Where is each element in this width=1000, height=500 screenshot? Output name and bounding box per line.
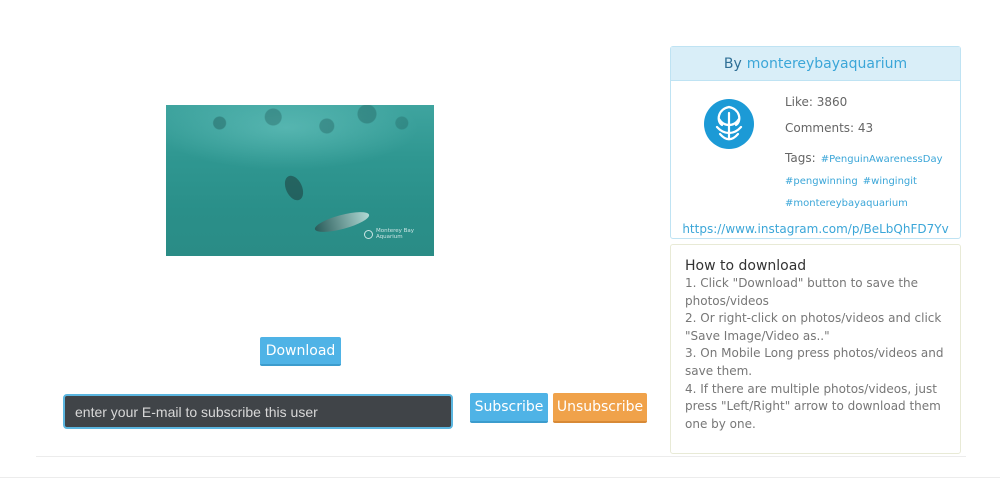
avatar[interactable] — [704, 99, 754, 149]
watermark-line: Aquarium — [376, 234, 403, 240]
aquarium-logo-icon — [715, 105, 743, 141]
water-surface — [166, 105, 434, 166]
email-subscribe-input[interactable] — [63, 394, 453, 429]
how-to-step: 3. On Mobile Long press photos/videos an… — [685, 346, 944, 378]
footer-divider — [0, 477, 1000, 478]
username-link[interactable]: montereybayaquarium — [747, 56, 907, 72]
download-button[interactable]: Download — [260, 337, 341, 366]
how-to-download-panel: How to download 1. Click "Download" butt… — [670, 244, 961, 454]
tag-link[interactable]: #montereybayaquarium — [785, 198, 908, 209]
tag-link[interactable]: #pengwinning — [785, 176, 858, 187]
tags-label: Tags: — [785, 151, 816, 165]
how-to-step: 2. Or right-click on photos/videos and c… — [685, 311, 942, 343]
aquarium-logo-icon — [364, 229, 373, 239]
how-to-title: How to download — [685, 258, 807, 274]
penguin-shape — [313, 207, 371, 237]
tag-link[interactable]: #wingingit — [863, 176, 917, 187]
watermark: Monterey Bay Aquarium — [364, 228, 414, 240]
subscribe-button[interactable]: Subscribe — [470, 393, 548, 423]
instagram-post-link[interactable]: https://www.instagram.com/p/BeLbQhFD7Yv — [671, 222, 960, 236]
how-to-step: 1. Click "Download" button to save the p… — [685, 276, 919, 308]
like-count: Like: 3860 — [785, 95, 848, 109]
divider — [36, 456, 966, 457]
video-preview[interactable]: Monterey Bay Aquarium — [166, 105, 434, 256]
penguin-shape — [281, 172, 307, 204]
how-to-step: 4. If there are multiple photos/videos, … — [685, 381, 941, 431]
comment-count: Comments: 43 — [785, 121, 874, 135]
tag-link[interactable]: #PenguinAwarenessDay — [821, 154, 943, 165]
post-stats: Like: 3860 Comments: 43 Tags: #PenguinAw… — [785, 95, 955, 213]
profile-card-header: By montereybayaquarium — [671, 47, 960, 81]
unsubscribe-button[interactable]: Unsubscribe — [553, 393, 647, 423]
profile-card: By montereybayaquarium Like: 3860 Commen… — [670, 46, 961, 239]
tags: Tags: #PenguinAwarenessDay #pengwinning … — [785, 147, 955, 213]
by-label: By — [723, 55, 742, 72]
